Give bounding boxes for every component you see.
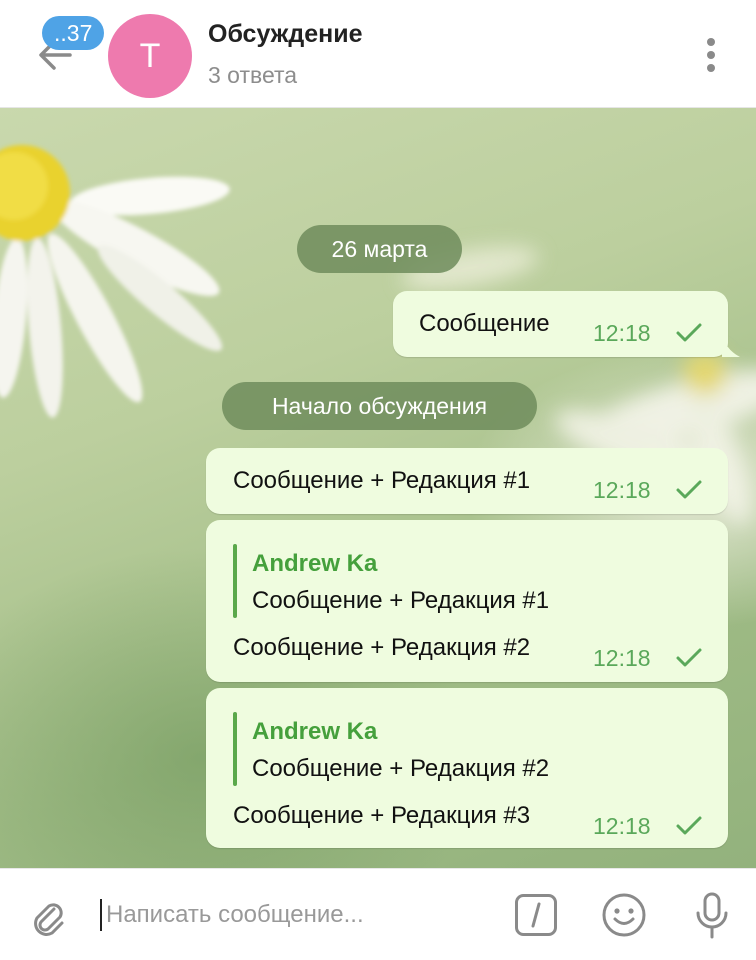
reply-bar: [233, 712, 237, 786]
message-text: Сообщение: [419, 310, 550, 337]
message-input[interactable]: [106, 895, 496, 935]
message-text: Сообщение + Редакция #3: [233, 802, 531, 829]
date-label: 26 марта: [297, 225, 462, 273]
bubble-tail: [722, 337, 740, 357]
message-time: 12:18: [593, 320, 651, 346]
message-bubble[interactable]: Andrew Ka Сообщение + Редакция #2 Сообще…: [206, 688, 728, 848]
message-bubble[interactable]: Сообщение + Редакция #1 12:18: [206, 448, 728, 514]
chat-header: ..37 T Обсуждение 3 ответа: [0, 0, 756, 108]
bot-command-icon[interactable]: [514, 893, 558, 937]
reply-quote-text[interactable]: Сообщение + Редакция #2: [252, 755, 549, 783]
text-cursor: [100, 899, 102, 931]
avatar[interactable]: T: [108, 14, 192, 98]
reply-author[interactable]: Andrew Ka: [252, 718, 377, 746]
reply-bar: [233, 544, 237, 618]
more-menu-icon[interactable]: [696, 30, 726, 80]
check-icon: [676, 816, 702, 835]
emoji-icon[interactable]: [601, 892, 647, 938]
check-icon: [676, 323, 702, 342]
unread-badge: ..37: [42, 16, 105, 50]
chat-title[interactable]: Обсуждение: [208, 20, 363, 49]
check-icon: [676, 480, 702, 499]
message-bubble[interactable]: Сообщение 12:18: [393, 291, 728, 357]
message-text: Сообщение + Редакция #1: [233, 467, 531, 494]
message-bubble[interactable]: Andrew Ka Сообщение + Редакция #1 Сообще…: [206, 520, 728, 682]
message-time: 12:18: [593, 813, 651, 839]
message-time: 12:18: [593, 477, 651, 503]
reply-author[interactable]: Andrew Ka: [252, 550, 377, 578]
check-icon: [676, 648, 702, 667]
chat-subtitle: 3 ответа: [208, 62, 298, 88]
microphone-icon[interactable]: [692, 891, 732, 941]
thread-start-label: Начало обсуждения: [222, 382, 537, 430]
attach-icon[interactable]: [28, 897, 68, 937]
message-time: 12:18: [593, 645, 651, 671]
reply-quote-text[interactable]: Сообщение + Редакция #1: [252, 587, 549, 615]
chat-area[interactable]: 26 марта Сообщение 12:18 Начало обсужден…: [0, 108, 756, 868]
message-text: Сообщение + Редакция #2: [233, 634, 531, 661]
composer-bar: [0, 868, 756, 960]
